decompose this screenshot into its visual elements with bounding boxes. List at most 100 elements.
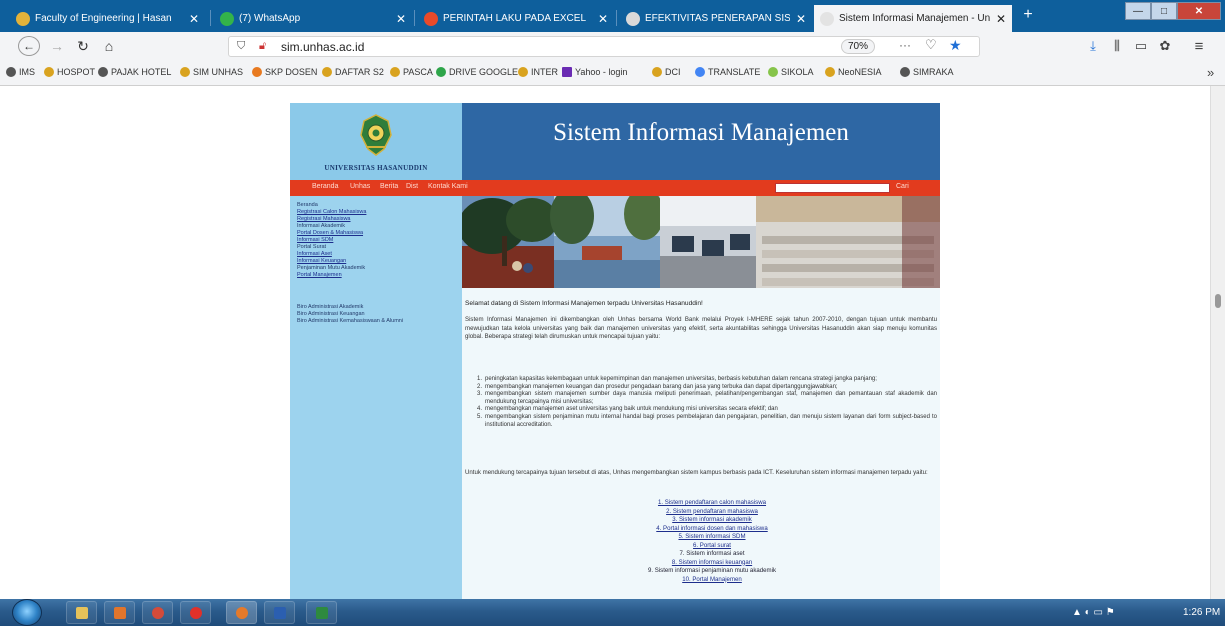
bookmark-hospot[interactable]: HOSPOT bbox=[44, 67, 95, 77]
left-link-informasi-aset[interactable]: Informasi Aset bbox=[297, 251, 332, 258]
scrollbar-thumb[interactable] bbox=[1215, 294, 1221, 308]
taskbar-chrome-button[interactable] bbox=[142, 601, 173, 624]
taskbar-clock[interactable]: 1:26 PM bbox=[1183, 607, 1220, 618]
page-actions-icon[interactable]: ··· bbox=[899, 38, 911, 52]
taskbar-excel-button[interactable] bbox=[306, 601, 337, 624]
menu-dist[interactable]: Dist bbox=[406, 183, 418, 190]
tab-close-icon[interactable]: ✕ bbox=[598, 12, 608, 26]
system-link-1[interactable]: 1. Sistem pendaftaran calon mahasiswa bbox=[582, 499, 842, 508]
tab-whatsapp[interactable]: (7) WhatsApp ✕ bbox=[214, 5, 412, 32]
tab-efektivitas[interactable]: EFEKTIVITAS PENERAPAN SISTEM I ✕ bbox=[620, 5, 812, 32]
left-link-informasi-akademik[interactable]: Informasi Akademik bbox=[297, 223, 345, 230]
system-link-5[interactable]: 5. Sistem informasi SDM bbox=[582, 533, 842, 542]
menu-beranda[interactable]: Beranda bbox=[312, 183, 338, 190]
bookmark-label: SIM UNHAS bbox=[193, 67, 244, 77]
tab-close-icon[interactable]: ✕ bbox=[189, 12, 199, 26]
new-tab-button[interactable]: + bbox=[1018, 6, 1038, 24]
back-button[interactable]: ← bbox=[18, 36, 40, 56]
tab-perintah-excel[interactable]: PERINTAH LAKU PADA EXCEL ✕ bbox=[418, 5, 614, 32]
left-link-biro-kemahasiswaan[interactable]: Biro Administrasi Kemahasiswaan & Alumni bbox=[297, 318, 403, 325]
tab-close-icon[interactable]: ✕ bbox=[796, 12, 806, 26]
window-minimize-button[interactable]: — bbox=[1125, 2, 1151, 20]
taskbar-firefox-button[interactable] bbox=[226, 601, 257, 624]
sidebar-icon[interactable]: ▭ bbox=[1132, 37, 1150, 55]
bookmark-skp-dosen[interactable]: SKP DOSEN bbox=[252, 67, 317, 77]
bookmark-simraka[interactable]: SIMRAKA bbox=[900, 67, 954, 77]
bookmarks-overflow-icon[interactable]: » bbox=[1207, 65, 1214, 80]
left-link-biro-akademik[interactable]: Biro Administrasi Akademik bbox=[297, 304, 363, 311]
tab-close-icon[interactable]: ✕ bbox=[396, 12, 406, 26]
system-link-4[interactable]: 4. Portal informasi dosen dan mahasiswa bbox=[582, 525, 842, 534]
left-link-beranda[interactable]: Beranda bbox=[297, 202, 318, 209]
systems-paragraph: Untuk mendukung tercapainya tujuan terse… bbox=[465, 469, 928, 476]
system-link-2[interactable]: 2. Sistem pendaftaran mahasiswa bbox=[582, 508, 842, 517]
system-link-9[interactable]: 9. Sistem informasi penjaminan mutu akad… bbox=[582, 567, 842, 576]
reload-button[interactable]: ↻ bbox=[74, 36, 92, 56]
hamburger-menu-icon[interactable]: ≡ bbox=[1190, 37, 1208, 55]
list-item: 4. mengembangkan manajemen aset universit… bbox=[477, 406, 778, 413]
pocket-icon[interactable]: ♡ bbox=[925, 37, 937, 53]
system-link-7[interactable]: 7. Sistem informasi aset bbox=[582, 550, 842, 559]
page-viewport: UNIVERSITAS HASANUDDIN Sistem Informasi … bbox=[0, 86, 1225, 599]
left-link-penjaminan-mutu[interactable]: Penjaminan Mutu Akademik bbox=[297, 265, 365, 272]
insecure-lock-icon[interactable]: 🔓︎ bbox=[259, 40, 273, 53]
page-scrollbar[interactable] bbox=[1210, 86, 1225, 599]
tracking-shield-icon[interactable]: ⛉ bbox=[237, 40, 249, 53]
bookmark-pasca[interactable]: PASCA bbox=[390, 67, 433, 77]
bookmark-neonesia[interactable]: NeoNESIA bbox=[825, 67, 882, 77]
taskbar-word-button[interactable] bbox=[264, 601, 295, 624]
left-link-portal-dosen[interactable]: Portal Dosen & Mahasiswa bbox=[297, 230, 363, 237]
bookmark-pajak-hotel[interactable]: PAJAK HOTEL bbox=[98, 67, 171, 77]
bookmark-translate[interactable]: TRANSLATE bbox=[695, 67, 760, 77]
left-link-portal-surat[interactable]: Portal Surat bbox=[297, 244, 326, 251]
tab-close-icon[interactable]: ✕ bbox=[996, 12, 1006, 26]
system-link-3[interactable]: 3. Sistem informasi akademik bbox=[582, 516, 842, 525]
bookmark-ims[interactable]: IMS bbox=[6, 67, 35, 77]
window-maximize-button[interactable]: □ bbox=[1151, 2, 1177, 20]
bookmark-star-icon[interactable]: ★ bbox=[949, 37, 962, 54]
start-button[interactable] bbox=[12, 599, 42, 626]
bookmark-label: NeoNESIA bbox=[838, 67, 882, 77]
window-close-button[interactable]: ✕ bbox=[1177, 2, 1221, 20]
bookmark-drive-google[interactable]: DRIVE GOOGLE bbox=[436, 67, 518, 77]
extension-icon[interactable]: ✿ bbox=[1156, 37, 1174, 55]
menu-unhas[interactable]: Unhas bbox=[350, 183, 370, 190]
tab-sistem-informasi-active[interactable]: Sistem Informasi Manajemen - Univ ✕ bbox=[814, 5, 1012, 32]
left-link-registrasi-calon[interactable]: Registrasi Calon Mahasiswa bbox=[297, 209, 366, 216]
system-tray-icons[interactable]: ▲ ◐ ▭ ⚑ bbox=[1072, 607, 1115, 618]
taskbar-office-button[interactable] bbox=[104, 601, 135, 624]
site-search-input[interactable] bbox=[775, 183, 890, 193]
downloads-icon[interactable]: ⤓ bbox=[1084, 37, 1102, 55]
welcome-text: Selamat datang di Sistem Informasi Manaj… bbox=[465, 300, 703, 307]
left-link-informasi-sdm[interactable]: Informasi SDM bbox=[297, 237, 333, 244]
system-link-6[interactable]: 6. Portal surat bbox=[582, 542, 842, 551]
unhas-icon bbox=[652, 67, 662, 77]
bookmark-dci[interactable]: DCI bbox=[652, 67, 681, 77]
library-icon[interactable]: ⫼ bbox=[1108, 37, 1126, 55]
menu-kontak-kami[interactable]: Kontak Kami bbox=[428, 183, 468, 190]
menu-berita[interactable]: Berita bbox=[380, 183, 398, 190]
taskbar-opera-button[interactable] bbox=[180, 601, 211, 624]
forward-button[interactable]: → bbox=[48, 36, 66, 56]
left-link-registrasi-mahasiswa[interactable]: Registrasi Mahasiswa bbox=[297, 216, 351, 223]
system-link-10[interactable]: 10. Portal Manajemen bbox=[582, 576, 842, 585]
bookmark-daftar-s2[interactable]: DAFTAR S2 bbox=[322, 67, 384, 77]
tab-faculty-engineering[interactable]: Faculty of Engineering | Hasan ✕ bbox=[10, 5, 205, 32]
tab-title: Sistem Informasi Manajemen - Univ bbox=[839, 13, 990, 24]
zoom-level-badge[interactable]: 70% bbox=[841, 39, 876, 54]
logo-area[interactable]: UNIVERSITAS HASANUDDIN bbox=[290, 103, 462, 180]
left-link-biro-keuangan[interactable]: Biro Administrasi Keuangan bbox=[297, 311, 365, 318]
left-link-portal-manajemen[interactable]: Portal Manajemen bbox=[297, 272, 342, 279]
bookmark-inter[interactable]: INTER bbox=[518, 67, 558, 77]
home-button[interactable]: ⌂ bbox=[100, 36, 118, 56]
bookmark-yahoo[interactable]: Yahoo - login bbox=[562, 67, 627, 77]
address-bar[interactable]: ⛉ 🔓︎ sim.unhas.ac.id 70% ··· ♡ ★ bbox=[228, 36, 980, 57]
system-link-8[interactable]: 8. Sistem informasi keuangan bbox=[582, 559, 842, 568]
site-search-button[interactable]: Cari bbox=[896, 183, 909, 190]
tab-separator bbox=[414, 10, 415, 26]
bookmark-sikola[interactable]: SIKOLA bbox=[768, 67, 814, 77]
taskbar-explorer-button[interactable] bbox=[66, 601, 97, 624]
bookmark-sim-unhas[interactable]: SIM UNHAS bbox=[180, 67, 243, 77]
left-link-informasi-keuangan[interactable]: Informasi Keuangan bbox=[297, 258, 346, 265]
url-text[interactable]: sim.unhas.ac.id bbox=[281, 40, 364, 54]
